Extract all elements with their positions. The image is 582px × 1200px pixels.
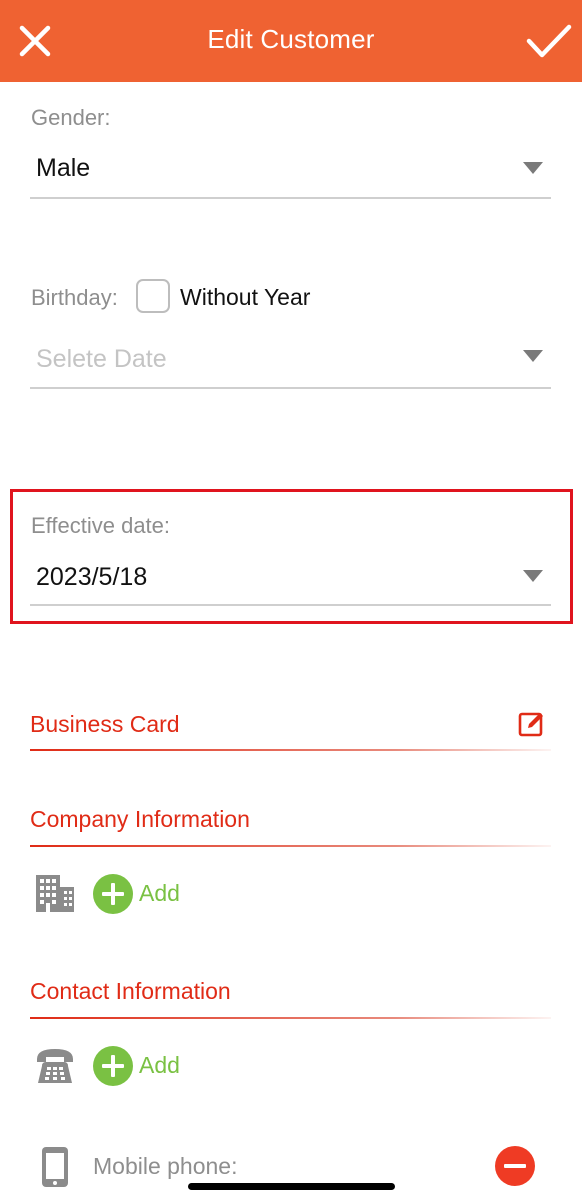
gender-select[interactable]: Male — [30, 140, 551, 198]
chevron-down-icon — [523, 570, 543, 582]
contact-information-divider — [30, 1017, 551, 1019]
contact-information-title: Contact Information — [30, 978, 231, 1004]
checkmark-icon[interactable] — [526, 24, 572, 60]
home-indicator — [188, 1183, 395, 1190]
birthday-date-select[interactable]: Selete Date — [30, 330, 551, 388]
chevron-down-icon — [523, 162, 543, 174]
birthday-label: Birthday: — [31, 285, 118, 310]
add-company-label[interactable]: Add — [139, 880, 180, 907]
add-contact-button[interactable] — [93, 1046, 133, 1086]
chevron-down-icon — [523, 350, 543, 362]
effective-date-underline — [30, 604, 551, 606]
mobile-phone-icon — [40, 1145, 70, 1189]
without-year-label[interactable]: Without Year — [180, 284, 310, 311]
telephone-icon — [34, 1046, 76, 1086]
company-information-divider — [30, 845, 551, 847]
business-card-divider — [30, 749, 551, 751]
effective-date-label: Effective date: — [31, 513, 171, 538]
top-bar: Edit Customer — [0, 0, 582, 82]
page-title: Edit Customer — [207, 24, 375, 54]
gender-value: Male — [36, 154, 91, 182]
gender-label: Gender: — [31, 105, 111, 130]
effective-date-select[interactable]: 2023/5/18 — [30, 548, 551, 606]
mobile-phone-label: Mobile phone: — [93, 1153, 238, 1179]
effective-date-value: 2023/5/18 — [36, 563, 148, 591]
edit-icon[interactable] — [518, 710, 546, 738]
add-contact-label[interactable]: Add — [139, 1052, 180, 1079]
remove-icon[interactable] — [495, 1146, 535, 1186]
birthday-underline — [30, 387, 551, 389]
business-card-title: Business Card — [30, 711, 180, 737]
company-information-title: Company Information — [30, 806, 250, 832]
without-year-checkbox[interactable] — [136, 279, 170, 313]
birthday-placeholder: Selete Date — [36, 345, 167, 373]
building-icon — [34, 873, 76, 913]
gender-underline — [30, 197, 551, 199]
add-company-button[interactable] — [93, 874, 133, 914]
